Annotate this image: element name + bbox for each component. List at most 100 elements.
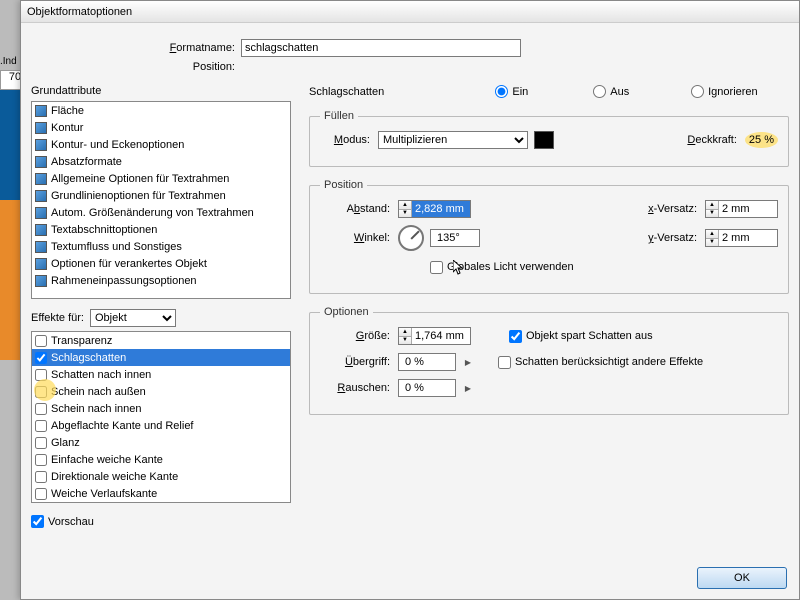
attr-label: Kontur: [51, 122, 83, 134]
attr-label: Kontur- und Eckenoptionen: [51, 139, 184, 151]
attr-label: Optionen für verankertes Objekt: [51, 258, 207, 270]
attr-icon: [35, 156, 47, 168]
preview-checkbox[interactable]: [31, 515, 44, 528]
position-label: Position:: [31, 61, 241, 73]
effect-label: Einfache weiche Kante: [51, 454, 163, 466]
formatname-input[interactable]: [241, 39, 521, 57]
groesse-input[interactable]: ▲▼: [398, 327, 471, 345]
effects-list[interactable]: Transparenz Schlagschatten Schatten nach i…: [31, 331, 291, 503]
preview-label: Vorschau: [48, 516, 94, 528]
deckkraft-value[interactable]: 25 %: [749, 134, 774, 146]
attr-item[interactable]: Textumfluss und Sonstiges: [32, 238, 290, 255]
effect-item[interactable]: Schlagschatten: [32, 349, 290, 366]
effect-checkbox[interactable]: [35, 471, 47, 483]
grundattribute-list[interactable]: Fläche Kontur Kontur- und Eckenoptionen Abs…: [31, 101, 291, 299]
xversatz-input[interactable]: ▲▼: [705, 200, 778, 218]
effect-item[interactable]: Glanz: [32, 434, 290, 451]
effect-label: Abgeflachte Kante und Relief: [51, 420, 194, 432]
sidebar-indesign: .Ind: [0, 56, 17, 67]
radio-ein[interactable]: Ein: [495, 85, 593, 98]
winkel-input[interactable]: 135°: [430, 229, 480, 247]
effect-checkbox[interactable]: [35, 352, 47, 364]
attr-icon: [35, 122, 47, 134]
effect-label: Schein nach außen: [51, 386, 146, 398]
uebergriff-input[interactable]: 0 %: [398, 353, 456, 371]
attr-label: Grundlinienoptionen für Textrahmen: [51, 190, 226, 202]
dialog-title: Objektformatoptionen: [21, 1, 799, 23]
attr-item[interactable]: Textabschnittoptionen: [32, 221, 290, 238]
effect-checkbox[interactable]: [35, 454, 47, 466]
chevron-down-icon: ▼: [399, 210, 411, 218]
effect-item[interactable]: Weiche Verlaufskante: [32, 485, 290, 502]
effect-label: Schatten nach innen: [51, 369, 151, 381]
formatname-label: Formatname:: [31, 42, 241, 54]
attr-item[interactable]: Kontur: [32, 119, 290, 136]
effect-item[interactable]: Schatten nach innen: [32, 366, 290, 383]
radio-ignorieren[interactable]: Ignorieren: [691, 85, 789, 98]
rauschen-label: Rauschen:: [320, 382, 392, 394]
hint-highlight: [34, 379, 56, 401]
attr-label: Allgemeine Optionen für Textrahmen: [51, 173, 229, 185]
uebergriff-label: Übergriff:: [320, 356, 392, 368]
winkel-label: Winkel:: [320, 232, 392, 244]
effect-item[interactable]: Schein nach innen: [32, 400, 290, 417]
effect-checkbox[interactable]: [35, 335, 47, 347]
panel-title: Schlagschatten: [309, 86, 495, 98]
attr-icon: [35, 241, 47, 253]
attr-icon: [35, 173, 47, 185]
yversatz-input[interactable]: ▲▼: [705, 229, 778, 247]
effect-checkbox[interactable]: [35, 488, 47, 500]
optionen-group: Optionen Größe: ▲▼ Objekt spart Schatten…: [309, 306, 789, 415]
attr-icon: [35, 105, 47, 117]
attr-label: Fläche: [51, 105, 84, 117]
effect-item[interactable]: Transparenz: [32, 332, 290, 349]
attr-item[interactable]: Optionen für verankertes Objekt: [32, 255, 290, 272]
effect-checkbox[interactable]: [35, 437, 47, 449]
optionen-legend: Optionen: [320, 306, 373, 318]
attr-icon: [35, 275, 47, 287]
schatten-andere-checkbox[interactable]: Schatten berücksichtigt andere Effekte: [498, 356, 703, 369]
attr-item[interactable]: Grundlinienoptionen für Textrahmen: [32, 187, 290, 204]
effect-label: Transparenz: [51, 335, 112, 347]
effect-item[interactable]: Abgeflachte Kante und Relief: [32, 417, 290, 434]
yversatz-label: y-Versatz:: [648, 232, 699, 244]
effect-checkbox[interactable]: [35, 420, 47, 432]
radio-aus[interactable]: Aus: [593, 85, 691, 98]
rauschen-input[interactable]: 0 %: [398, 379, 456, 397]
effect-checkbox[interactable]: [35, 403, 47, 415]
fuellen-group: Füllen Modus: Multiplizieren Deckkraft: …: [309, 110, 789, 167]
position-legend: Position: [320, 179, 367, 191]
modus-select[interactable]: Multiplizieren: [378, 131, 528, 149]
effect-label: Schlagschatten: [51, 352, 126, 364]
groesse-label: Größe:: [320, 330, 392, 342]
effect-label: Direktionale weiche Kante: [51, 471, 178, 483]
attr-item[interactable]: Absatzformate: [32, 153, 290, 170]
flyout-icon[interactable]: ▶: [462, 380, 474, 396]
effects-for-label: Effekte für:: [31, 312, 84, 324]
grundattribute-header: Grundattribute: [31, 85, 291, 101]
shadow-color-swatch[interactable]: [534, 131, 554, 149]
flyout-icon[interactable]: ▶: [462, 354, 474, 370]
attr-item[interactable]: Kontur- und Eckenoptionen: [32, 136, 290, 153]
attr-icon: [35, 258, 47, 270]
objekt-spart-checkbox[interactable]: Objekt spart Schatten aus: [509, 330, 653, 343]
effects-for-select[interactable]: Objekt: [90, 309, 176, 327]
attr-item[interactable]: Fläche: [32, 102, 290, 119]
effect-item[interactable]: Einfache weiche Kante: [32, 451, 290, 468]
xversatz-label: x-Versatz:: [648, 203, 699, 215]
global-light-checkbox[interactable]: Globales Licht verwenden: [430, 261, 574, 274]
effect-label: Weiche Verlaufskante: [51, 488, 157, 500]
effect-label: Schein nach innen: [51, 403, 142, 415]
abstand-input[interactable]: ▲▼: [398, 200, 471, 218]
ok-button[interactable]: OK: [697, 567, 787, 589]
effect-item[interactable]: Direktionale weiche Kante: [32, 468, 290, 485]
attr-item[interactable]: Rahmeneinpassungsoptionen: [32, 272, 290, 289]
attr-item[interactable]: Autom. Größenänderung von Textrahmen: [32, 204, 290, 221]
attr-icon: [35, 139, 47, 151]
effect-item[interactable]: Schein nach außen: [32, 383, 290, 400]
modus-label: Modus:: [320, 134, 372, 146]
angle-dial[interactable]: [398, 225, 424, 251]
deckkraft-label: Deckkraft:: [687, 134, 739, 146]
attr-item[interactable]: Allgemeine Optionen für Textrahmen: [32, 170, 290, 187]
attr-label: Textabschnittoptionen: [51, 224, 157, 236]
